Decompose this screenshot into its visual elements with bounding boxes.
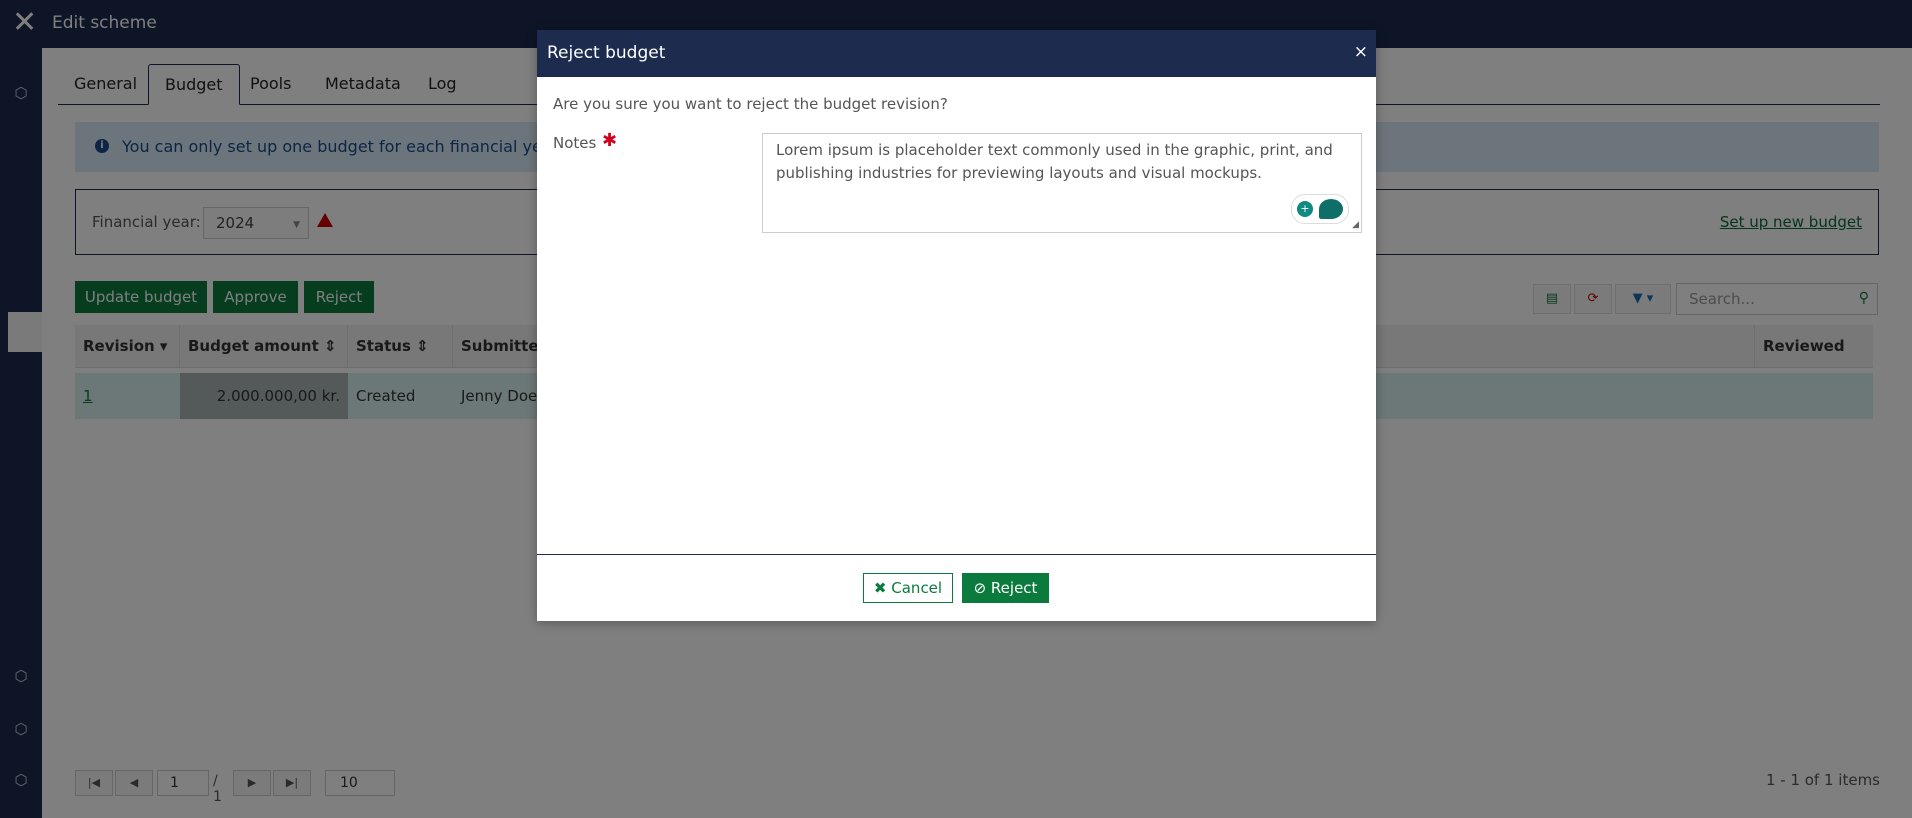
dialog-header: Reject budget ×	[537, 30, 1376, 77]
confirm-reject-button[interactable]: ⊘ Reject	[962, 573, 1049, 603]
ban-icon: ⊘	[973, 579, 987, 597]
dialog-title: Reject budget	[547, 43, 666, 63]
required-icon: ✱	[602, 130, 618, 151]
notes-text: Lorem ipsum is placeholder text commonly…	[776, 141, 1333, 182]
cancel-button[interactable]: ✖ Cancel	[863, 573, 953, 603]
close-icon[interactable]: ×	[1354, 42, 1368, 62]
ai-assist-widget[interactable]: +	[1291, 194, 1349, 224]
notes-label: Notes	[553, 134, 597, 152]
notes-textarea[interactable]: Lorem ipsum is placeholder text commonly…	[762, 133, 1362, 233]
lightbulb-icon[interactable]: +	[1297, 201, 1313, 217]
resize-grip-icon[interactable]: ◢	[1352, 220, 1359, 230]
reject-budget-dialog: Reject budget × Are you sure you want to…	[537, 30, 1376, 621]
confirm-question: Are you sure you want to reject the budg…	[553, 95, 948, 113]
cancel-x-icon: ✖	[873, 579, 887, 597]
chat-bubble-icon[interactable]	[1319, 199, 1343, 219]
dialog-footer: ✖ Cancel ⊘ Reject	[537, 554, 1376, 622]
